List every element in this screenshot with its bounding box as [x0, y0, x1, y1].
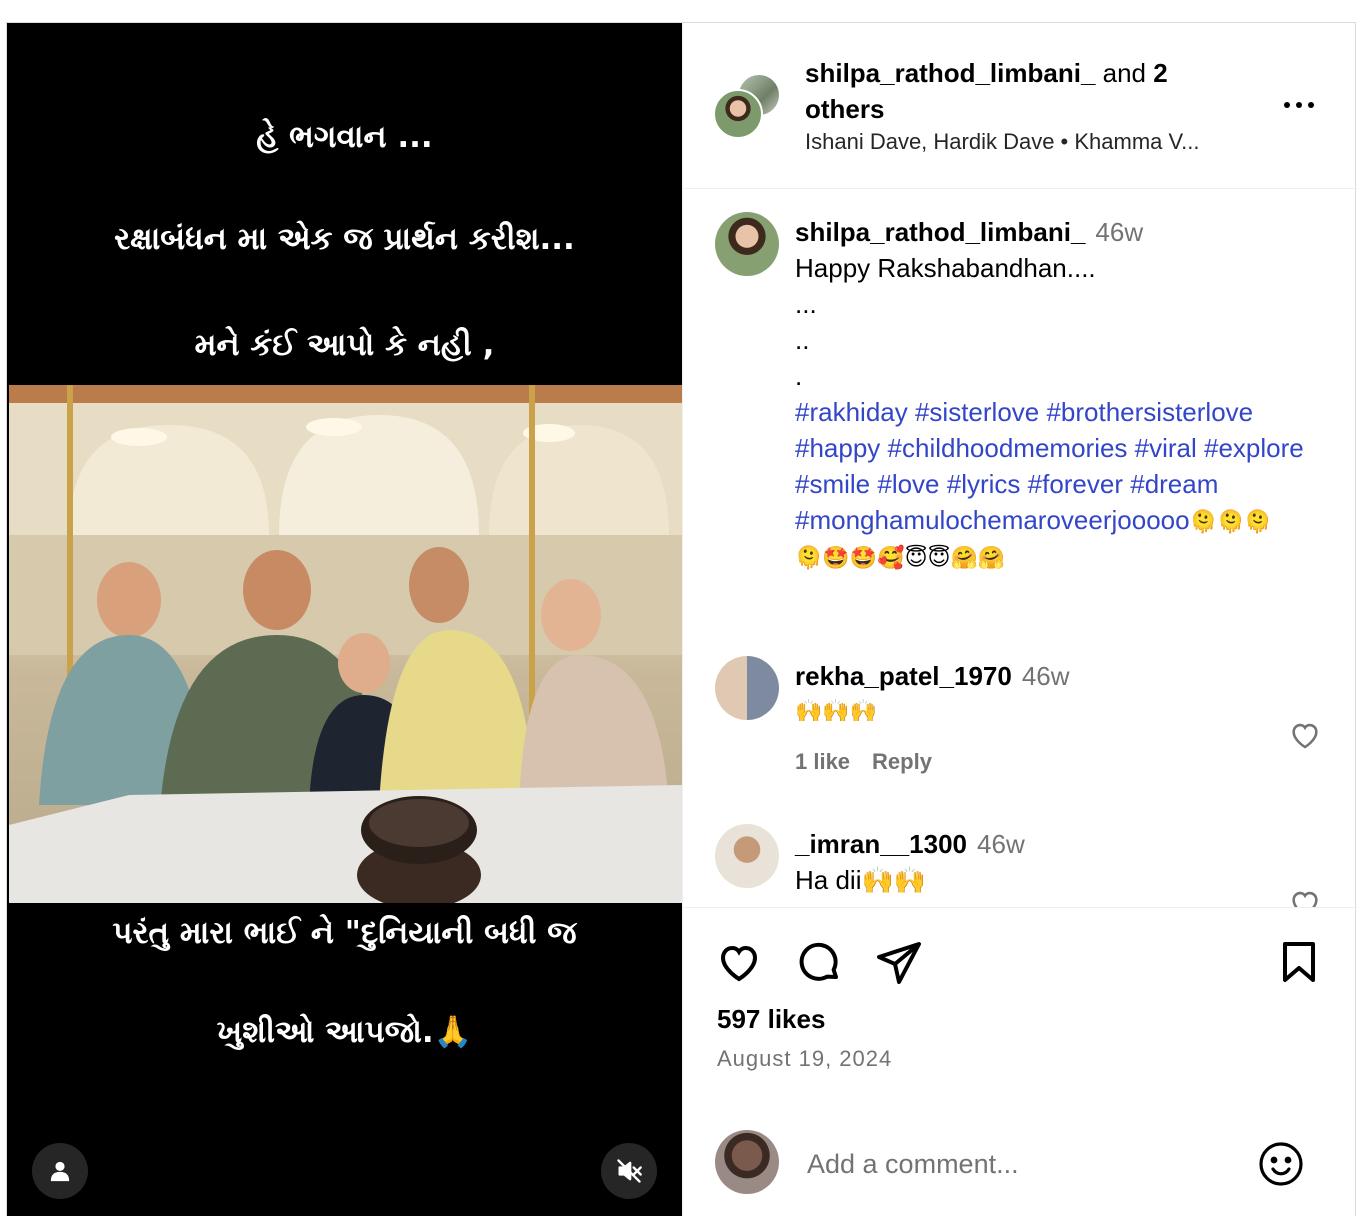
mute-button[interactable]: [601, 1143, 657, 1199]
caption: shilpa_rathod_limbani_ 46w Happy Rakshaba…: [795, 214, 1335, 577]
post-header: shilpa_rathod_limbani_ and 2 others Isha…: [683, 23, 1357, 189]
comment-username[interactable]: _imran__1300: [795, 829, 967, 859]
comment-text: Ha dii🙌🙌: [795, 865, 927, 895]
add-comment-row: [683, 1118, 1357, 1216]
overlay-text-line: મને કંઈ આપો કે નહી ,: [194, 327, 495, 363]
more-dot-icon: [1284, 102, 1290, 108]
caption-time[interactable]: 46w: [1095, 217, 1143, 247]
share-send-icon[interactable]: [875, 938, 923, 986]
comment-likes[interactable]: 1 like: [795, 749, 850, 774]
comment-text: 🙌🙌🙌: [795, 699, 878, 724]
comment-item: _imran__1300 46w Ha dii🙌🙌: [795, 826, 1025, 898]
overlay-text-line: રક્ષાબંધન મા એક જ પ્રાર્થન કરીશ...: [114, 221, 575, 257]
and-text: and: [1095, 58, 1154, 88]
speaker-muted-icon: [617, 1159, 642, 1183]
more-options-button[interactable]: [1281, 93, 1317, 117]
like-heart-icon[interactable]: [715, 938, 763, 986]
caption-line: ...: [795, 289, 817, 319]
emoji-picker-icon[interactable]: [1257, 1140, 1305, 1188]
comment-bubble-icon[interactable]: [795, 938, 843, 986]
comments-list[interactable]: shilpa_rathod_limbani_ 46w Happy Rakshaba…: [683, 190, 1357, 907]
overlay-text-line: હે ભગવાન ...: [256, 119, 433, 155]
comment-username[interactable]: rekha_patel_1970: [795, 661, 1012, 691]
overlay-text-line: પરંતુ મારા ભાઈ ને "દુનિયાની બધી જ: [112, 915, 577, 951]
add-comment-input[interactable]: [807, 1142, 1247, 1186]
comment-avatar[interactable]: [715, 656, 779, 720]
group-photo: [9, 385, 682, 903]
comment-avatar[interactable]: [715, 824, 779, 888]
post-side-panel: shilpa_rathod_limbani_ and 2 others Isha…: [682, 23, 1357, 1216]
caption-emoji-tail: 🫠🫠🫠: [1189, 510, 1272, 535]
caption-emoji-line: 🫠🤩🤩🥰😇😇🤗🤗: [795, 546, 1006, 571]
caption-avatar[interactable]: [715, 212, 779, 276]
likes-count[interactable]: 597 likes: [717, 1004, 825, 1035]
caption-line: Happy Rakshabandhan....: [795, 253, 1096, 283]
caption-hashtags[interactable]: #rakhiday #sisterlove #brothersisterlove…: [795, 394, 1335, 541]
comment-item: rekha_patel_1970 46w 🙌🙌🙌 1 like Reply: [795, 658, 1070, 780]
caption-line: .: [795, 361, 803, 391]
caption-username[interactable]: shilpa_rathod_limbani_: [795, 217, 1085, 247]
post-date[interactable]: August 19, 2024: [717, 1046, 892, 1072]
more-dot-icon: [1308, 102, 1314, 108]
reel-media[interactable]: હે ભગવાન ... રક્ષાબંધન મા એક જ પ્રાર્થન …: [7, 23, 682, 1216]
bookmark-icon[interactable]: [1275, 938, 1323, 986]
author-avatar[interactable]: [713, 89, 763, 139]
header-subline[interactable]: Ishani Dave, Hardik Dave • Khamma V...: [805, 129, 1265, 155]
more-dot-icon: [1296, 102, 1302, 108]
post-actions: 597 likes August 19, 2024: [683, 907, 1357, 1216]
comment-time[interactable]: 46w: [977, 829, 1025, 859]
author-names: shilpa_rathod_limbani_ and 2 others: [805, 55, 1245, 127]
person-icon: [50, 1161, 70, 1182]
reply-button[interactable]: Reply: [872, 749, 932, 774]
comment-meta: 1 like Reply: [795, 744, 1070, 780]
caption-line: ..: [795, 325, 810, 355]
like-comment-heart-icon[interactable]: [1288, 886, 1322, 907]
comment-time[interactable]: 46w: [1022, 661, 1070, 691]
like-comment-heart-icon[interactable]: [1288, 718, 1322, 752]
overlay-text-line: ખુશીઓ આપજો.🙏: [216, 1014, 473, 1050]
current-user-avatar[interactable]: [715, 1130, 779, 1194]
post-dialog: હે ભગવાન ... રક્ષાબંધન મા એક જ પ્રાર્થન …: [6, 22, 1357, 1216]
tagged-users-button[interactable]: [32, 1143, 88, 1199]
author-username[interactable]: shilpa_rathod_limbani_: [805, 58, 1095, 88]
